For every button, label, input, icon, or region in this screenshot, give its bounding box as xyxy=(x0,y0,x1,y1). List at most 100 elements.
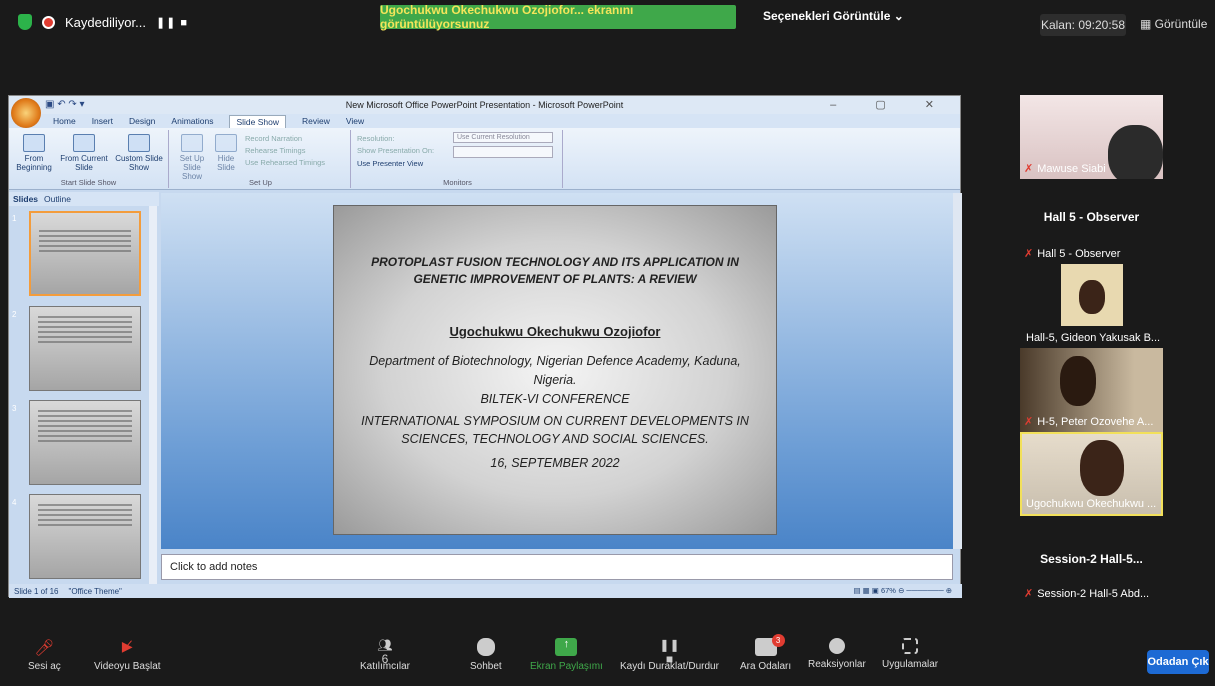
resolution-label: Resolution: xyxy=(357,134,395,143)
share-screen-button[interactable]: ↑ Ekran Paylaşımı xyxy=(530,638,603,672)
participants-button[interactable]: 👥︎ 6 Katılımcılar xyxy=(360,638,410,672)
from-current-label: From Current Slide xyxy=(60,154,108,172)
office-button[interactable] xyxy=(11,98,41,128)
tab-insert[interactable]: Insert xyxy=(92,116,113,126)
reactions-button[interactable]: Reaksiyonlar xyxy=(808,638,866,670)
tab-slides[interactable]: Slides xyxy=(13,194,38,204)
current-slide[interactable]: PROTOPLAST FUSION TECHNOLOGY AND ITS APP… xyxy=(333,205,777,535)
mic-muted-icon: ✗ xyxy=(1024,416,1034,428)
status-theme: "Office Theme" xyxy=(68,586,122,596)
slide-thumbnail-2[interactable] xyxy=(29,306,141,391)
reactions-label: Reaksiyonlar xyxy=(808,659,866,670)
participant-big-name: Hall 5 - Observer xyxy=(1043,210,1140,224)
from-current-button[interactable]: From Current Slide xyxy=(59,134,109,172)
custom-show-button[interactable]: Custom Slide Show xyxy=(113,134,165,172)
start-video-button[interactable]: ▶̸ Videoyu Başlat xyxy=(94,638,161,672)
participant-tile-gideon[interactable]: Hall-5, Gideon Yakusak B... xyxy=(1020,264,1163,348)
recording-indicator: Kaydediliyor... ❚❚ ■ xyxy=(18,14,188,30)
ppt-window-title: New Microsoft Office PowerPoint Presenta… xyxy=(345,100,624,110)
tab-review[interactable]: Review xyxy=(302,116,330,126)
share-screen-icon: ↑ xyxy=(555,638,578,656)
apps-label: Uygulamalar xyxy=(882,659,939,670)
shared-powerpoint-window: ▣ ↶ ↷ ▾ New Microsoft Office PowerPoint … xyxy=(8,95,962,598)
slide-scrollbar[interactable] xyxy=(953,193,962,549)
reactions-icon xyxy=(828,638,845,654)
tab-outline[interactable]: Outline xyxy=(44,194,71,204)
remaining-time: Kalan: 09:20:58 xyxy=(1040,14,1126,36)
ppt-title-bar: ▣ ↶ ↷ ▾ New Microsoft Office PowerPoint … xyxy=(9,96,960,128)
mic-muted-icon: ✗ xyxy=(1024,163,1034,175)
participant-name: ✗ H-5, Peter Ozovehe A... xyxy=(1024,415,1154,429)
pause-recording-button[interactable]: ❚❚ ■ Kaydı Duraklat/Durdur xyxy=(620,638,719,672)
participant-video xyxy=(1108,125,1163,179)
custom-show-label: Custom Slide Show xyxy=(115,154,163,172)
ppt-status-bar: Slide 1 of 16 "Office Theme" ▤ ▦ ▣ 67% ⊖… xyxy=(9,584,962,598)
window-controls[interactable]: – ▢ ✕ xyxy=(830,98,952,111)
use-rehearsed-timings[interactable]: Use Rehearsed Timings xyxy=(245,158,325,167)
participant-video xyxy=(1061,264,1123,326)
participant-name: ✗ Session-2 Hall-5 Abd... xyxy=(1024,587,1150,601)
pause-recording-label: Kaydı Duraklat/Durdur xyxy=(620,661,719,672)
slide-thumbnail-3[interactable] xyxy=(29,400,141,485)
ribbon: From Beginning From Current Slide Custom… xyxy=(9,128,960,190)
presenter-view-checkbox[interactable]: Use Presenter View xyxy=(357,159,423,168)
slide-conference: BILTEK-VI CONFERENCE xyxy=(480,392,630,406)
apps-button[interactable]: Uygulamalar xyxy=(882,638,938,670)
tab-slide-show[interactable]: Slide Show xyxy=(229,114,287,128)
breakout-rooms-button[interactable]: 3 Ara Odaları xyxy=(740,634,792,672)
resolution-select[interactable]: Use Current Resolution xyxy=(453,132,553,143)
view-options-button[interactable]: Seçenekleri Görüntüle ⌄ xyxy=(763,9,904,23)
hide-slide-label: Hide Slide xyxy=(217,154,235,172)
breakout-label: Ara Odaları xyxy=(740,661,792,672)
group-start-slide-show: From Beginning From Current Slide Custom… xyxy=(9,130,169,188)
participant-tile-mawuse[interactable]: ✗ Mawuse Siabi xyxy=(1020,95,1163,179)
screen-share-banner: Ugochukwu Okechukwu Ozojiofor... ekranın… xyxy=(380,3,736,31)
pause-stop-icon: ❚❚ ■ xyxy=(659,638,680,666)
participant-name: ✗ Mawuse Siabi xyxy=(1024,162,1106,176)
thumb-number-2: 2 xyxy=(12,310,17,319)
thumb-number-3: 3 xyxy=(12,404,17,413)
notes-pane[interactable]: Click to add notes xyxy=(161,554,953,580)
play-icon xyxy=(23,134,45,152)
group-setup: Set Up Slide Show Hide Slide Record Narr… xyxy=(171,130,351,188)
participant-tile-peter[interactable]: ✗ H-5, Peter Ozovehe A... xyxy=(1020,348,1163,432)
chat-button[interactable]: Sohbet xyxy=(470,638,502,672)
view-button[interactable]: ▦ Görüntüle xyxy=(1140,17,1207,31)
from-beginning-button[interactable]: From Beginning xyxy=(11,134,57,172)
face xyxy=(1079,280,1105,314)
chat-label: Sohbet xyxy=(470,661,502,672)
from-beginning-label: From Beginning xyxy=(16,154,52,172)
participant-tile-session2[interactable]: Session-2 Hall-5... ✗ Session-2 Hall-5 Ab… xyxy=(1020,518,1163,604)
show-on-select[interactable] xyxy=(453,146,553,158)
setup-icon xyxy=(181,134,203,152)
recording-controls[interactable]: ❚❚ ■ xyxy=(156,16,188,29)
rehearse-timings[interactable]: Rehearse Timings xyxy=(245,146,305,155)
meeting-top-bar: Kaydediliyor... ❚❚ ■ Ugochukwu Okechukwu… xyxy=(0,0,1215,48)
tab-home[interactable]: Home xyxy=(53,116,76,126)
hide-slide-button[interactable]: Hide Slide xyxy=(211,134,241,172)
security-shield-icon[interactable] xyxy=(18,14,32,30)
participant-name: Hall-5, Gideon Yakusak B... xyxy=(1026,332,1160,344)
thumbnail-scrollbar[interactable] xyxy=(149,206,157,584)
unmute-button[interactable]: 🎤︎ Sesi aç xyxy=(28,638,61,672)
slide-thumbnail-1[interactable] xyxy=(29,211,141,296)
participant-tile-ugochukwu-active[interactable]: Ugochukwu Okechukwu ... xyxy=(1020,432,1163,516)
tab-design[interactable]: Design xyxy=(129,116,155,126)
leave-meeting-button[interactable]: Odadan Çık xyxy=(1147,650,1209,674)
slide-thumbnail-4[interactable] xyxy=(29,494,141,579)
participants-label: Katılımcılar xyxy=(360,661,411,672)
zoom-control[interactable]: ▤ ▦ ▣ 67% ⊖ ─────── ⊕ xyxy=(853,586,952,595)
participant-name: Ugochukwu Okechukwu ... xyxy=(1026,498,1156,510)
tab-animations[interactable]: Animations xyxy=(171,116,213,126)
hide-slide-icon xyxy=(215,134,237,152)
participant-tile-hall5-observer[interactable]: Hall 5 - Observer ✗ Hall 5 - Observer xyxy=(1020,180,1163,264)
participant-name-text: H-5, Peter Ozovehe A... xyxy=(1037,415,1154,428)
tab-view[interactable]: View xyxy=(346,116,364,126)
record-narration[interactable]: Record Narration xyxy=(245,134,302,143)
group-setup-label: Set Up xyxy=(249,178,272,187)
participant-name-text: Session-2 Hall-5 Abd... xyxy=(1037,587,1150,600)
video-off-icon: ▶̸ xyxy=(121,638,133,654)
setup-show-button[interactable]: Set Up Slide Show xyxy=(175,134,209,181)
participant-name: ✗ Hall 5 - Observer xyxy=(1024,247,1120,261)
slide-edit-area: PROTOPLAST FUSION TECHNOLOGY AND ITS APP… xyxy=(161,193,953,549)
